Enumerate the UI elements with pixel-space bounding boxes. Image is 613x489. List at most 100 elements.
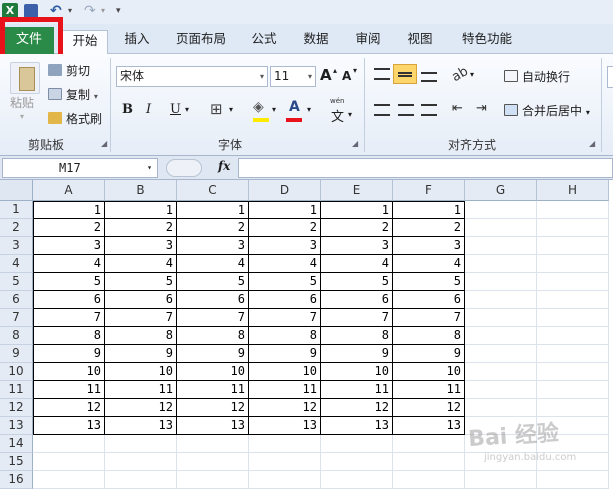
fill-color-icon[interactable]: ◈ (253, 99, 264, 115)
font-launcher-icon[interactable]: ◢ (352, 139, 358, 148)
align-center-icon[interactable] (398, 104, 414, 116)
cell-b8[interactable]: 8 (105, 327, 177, 345)
cell-h1[interactable] (537, 201, 609, 219)
copy-button[interactable]: 复制 ▾ (48, 86, 98, 103)
cell-c13[interactable]: 13 (177, 417, 249, 435)
cell-b9[interactable]: 9 (105, 345, 177, 363)
tab-home[interactable]: 开始 (62, 30, 108, 55)
cell-e6[interactable]: 6 (321, 291, 393, 309)
cell-g11[interactable] (465, 381, 537, 399)
clipboard-launcher-icon[interactable]: ◢ (101, 139, 107, 148)
cell-c6[interactable]: 6 (177, 291, 249, 309)
tab-special-features[interactable]: 特色功能 (452, 30, 522, 54)
cell-a6[interactable]: 6 (33, 291, 105, 309)
copy-dropdown-icon[interactable]: ▾ (94, 92, 98, 101)
cell-e4[interactable]: 4 (321, 255, 393, 273)
tab-page-layout[interactable]: 页面布局 (170, 30, 232, 54)
merge-dropdown-icon[interactable]: ▾ (586, 108, 590, 117)
cell-h16[interactable] (537, 471, 609, 489)
cell-d3[interactable]: 3 (249, 237, 321, 255)
phonetic-dropdown-icon[interactable]: ▾ (348, 110, 352, 119)
cell-d16[interactable] (249, 471, 321, 489)
cell-e5[interactable]: 5 (321, 273, 393, 291)
cell-b5[interactable]: 5 (105, 273, 177, 291)
column-header-c[interactable]: C (177, 180, 249, 201)
cell-d5[interactable]: 5 (249, 273, 321, 291)
align-bottom-icon[interactable] (421, 72, 437, 82)
cell-a1[interactable]: 1 (33, 201, 105, 219)
row-header-10[interactable]: 10 (0, 363, 33, 381)
cut-button[interactable]: 剪切 (48, 62, 90, 79)
cell-d11[interactable]: 11 (249, 381, 321, 399)
underline-dropdown-icon[interactable]: ▾ (185, 105, 189, 114)
merge-center-button[interactable]: 合并后居中 ▾ (504, 102, 590, 119)
align-left-icon[interactable] (374, 104, 390, 116)
row-header-12[interactable]: 12 (0, 399, 33, 417)
cell-a3[interactable]: 3 (33, 237, 105, 255)
cell-c15[interactable] (177, 453, 249, 471)
row-header-9[interactable]: 9 (0, 345, 33, 363)
cell-c3[interactable]: 3 (177, 237, 249, 255)
cell-e14[interactable] (321, 435, 393, 453)
row-header-16[interactable]: 16 (0, 471, 33, 489)
cell-h2[interactable] (537, 219, 609, 237)
column-header-a[interactable]: A (33, 180, 105, 201)
cell-d6[interactable]: 6 (249, 291, 321, 309)
cell-g6[interactable] (465, 291, 537, 309)
cell-h4[interactable] (537, 255, 609, 273)
cell-d10[interactable]: 10 (249, 363, 321, 381)
cell-e11[interactable]: 11 (321, 381, 393, 399)
cell-b12[interactable]: 12 (105, 399, 177, 417)
cell-c7[interactable]: 7 (177, 309, 249, 327)
cell-f2[interactable]: 2 (393, 219, 465, 237)
column-header-h[interactable]: H (537, 180, 609, 201)
cell-h10[interactable] (537, 363, 609, 381)
cell-b15[interactable] (105, 453, 177, 471)
formula-input[interactable] (238, 158, 613, 178)
align-right-icon[interactable] (421, 104, 437, 116)
fill-color-dropdown-icon[interactable]: ▾ (272, 105, 276, 114)
cell-f14[interactable] (393, 435, 465, 453)
row-header-7[interactable]: 7 (0, 309, 33, 327)
row-header-2[interactable]: 2 (0, 219, 33, 237)
cell-h8[interactable] (537, 327, 609, 345)
column-header-g[interactable]: G (465, 180, 537, 201)
cell-e15[interactable] (321, 453, 393, 471)
paste-icon[interactable] (10, 62, 40, 94)
cell-g12[interactable] (465, 399, 537, 417)
cell-g2[interactable] (465, 219, 537, 237)
cell-h11[interactable] (537, 381, 609, 399)
cell-e12[interactable]: 12 (321, 399, 393, 417)
cell-d14[interactable] (249, 435, 321, 453)
cell-g16[interactable] (465, 471, 537, 489)
cell-d1[interactable]: 1 (249, 201, 321, 219)
cell-c1[interactable]: 1 (177, 201, 249, 219)
font-name-select[interactable]: 宋体 ▾ (116, 66, 268, 87)
redo-icon[interactable]: ↷ (84, 3, 96, 19)
redo-dropdown-icon[interactable]: ▾ (101, 3, 105, 19)
cell-e3[interactable]: 3 (321, 237, 393, 255)
decrease-indent-icon[interactable]: ⇤ (452, 101, 463, 116)
bold-button[interactable]: B (122, 102, 133, 117)
italic-button[interactable]: I (146, 102, 151, 117)
shrink-font-button[interactable]: A (342, 69, 351, 83)
cell-c8[interactable]: 8 (177, 327, 249, 345)
cell-f6[interactable]: 6 (393, 291, 465, 309)
tab-formulas[interactable]: 公式 (244, 30, 284, 54)
cell-f12[interactable]: 12 (393, 399, 465, 417)
cell-a15[interactable] (33, 453, 105, 471)
cell-c5[interactable]: 5 (177, 273, 249, 291)
font-color-dropdown-icon[interactable]: ▾ (307, 105, 311, 114)
cell-f5[interactable]: 5 (393, 273, 465, 291)
row-header-8[interactable]: 8 (0, 327, 33, 345)
underline-button[interactable]: U (170, 102, 181, 117)
tab-insert[interactable]: 插入 (116, 30, 158, 54)
cell-f16[interactable] (393, 471, 465, 489)
cell-b4[interactable]: 4 (105, 255, 177, 273)
cell-g10[interactable] (465, 363, 537, 381)
font-size-select[interactable]: 11 ▾ (270, 66, 316, 87)
cell-b16[interactable] (105, 471, 177, 489)
paste-dropdown-icon[interactable]: ▾ (20, 112, 24, 121)
cell-e16[interactable] (321, 471, 393, 489)
column-header-e[interactable]: E (321, 180, 393, 201)
